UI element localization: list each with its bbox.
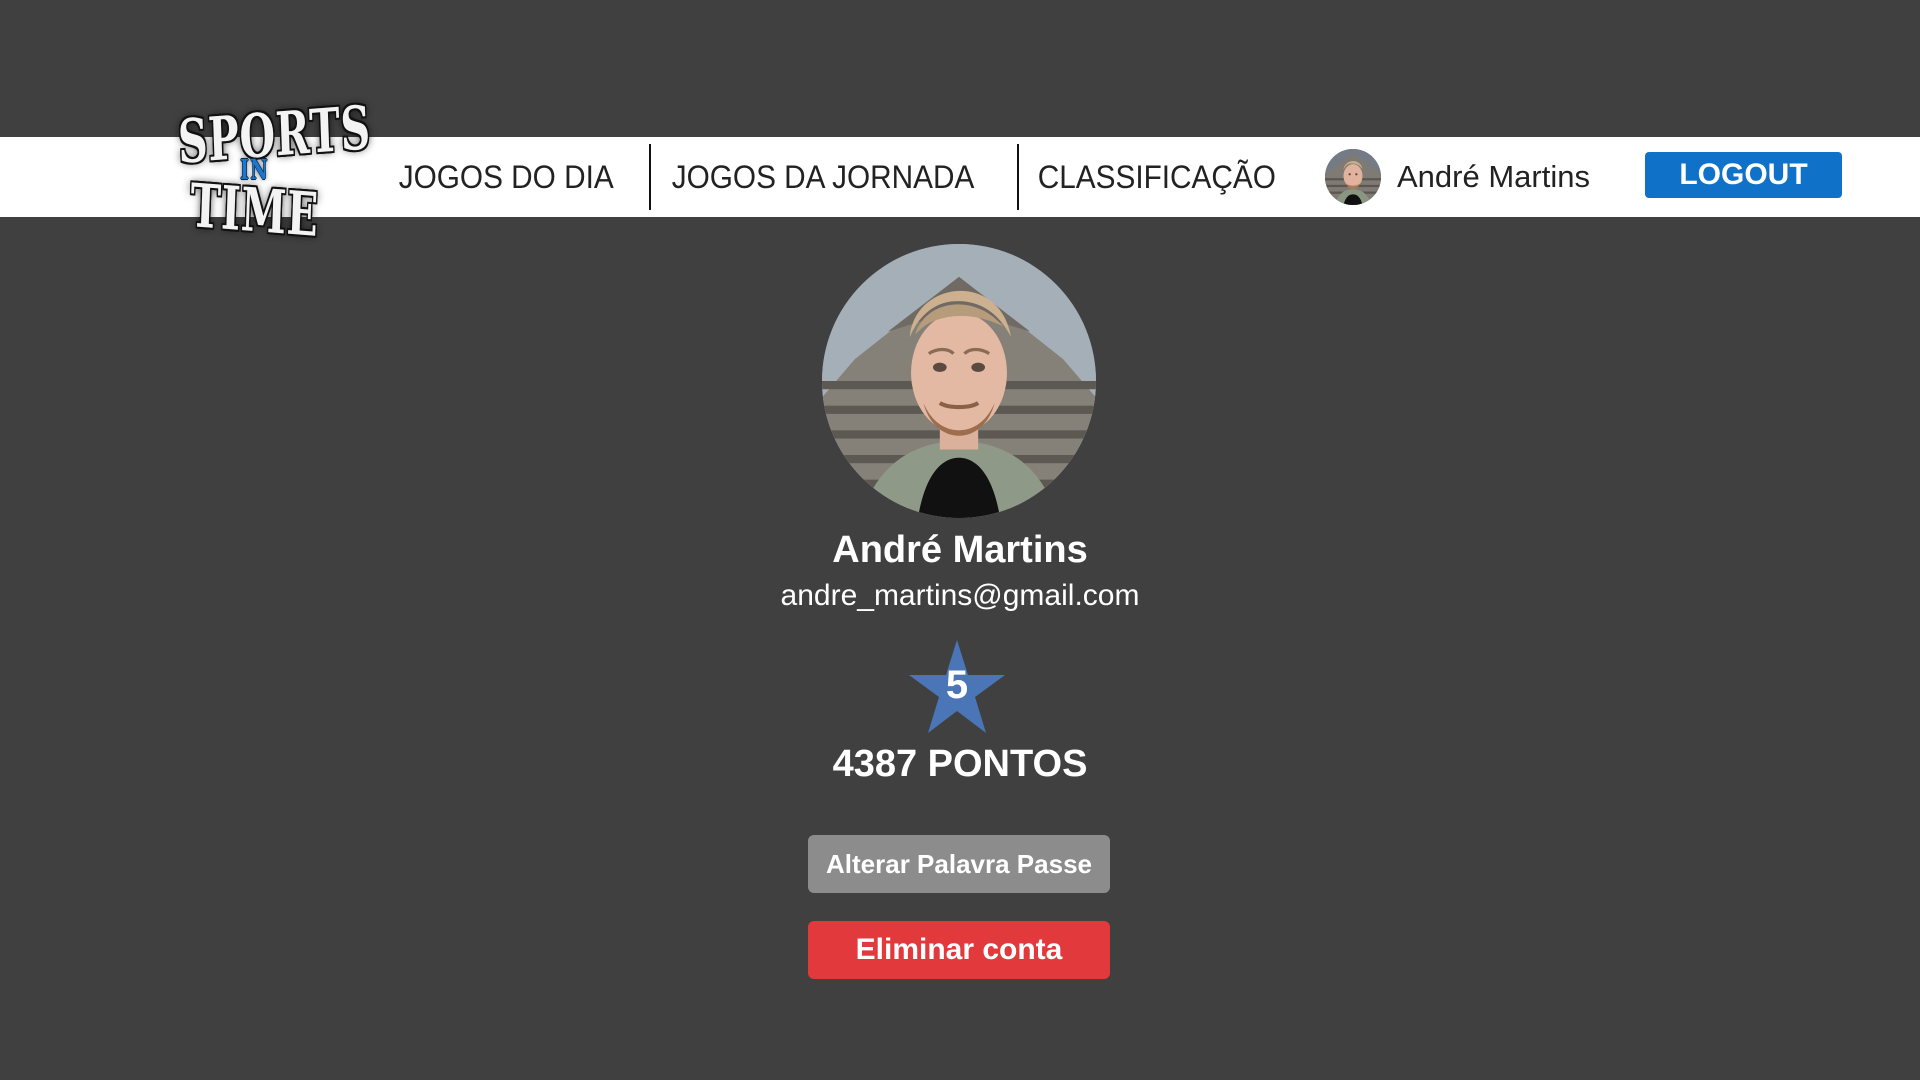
- nav-link-jogos-da-jornada[interactable]: JOGOS DA JORNADA: [655, 159, 991, 196]
- level-value: 5: [945, 663, 969, 707]
- main-navigation: JOGOS DO DIA JOGOS DA JORNADA CLASSIFICA…: [382, 137, 1313, 217]
- header-username[interactable]: André Martins: [1397, 159, 1590, 195]
- profile-photo: [822, 244, 1096, 518]
- logo-line-time: TIME: [189, 171, 320, 251]
- logout-button[interactable]: LOGOUT: [1645, 152, 1842, 198]
- header-user-profile[interactable]: André Martins: [1325, 147, 1590, 207]
- delete-account-button[interactable]: Eliminar conta: [808, 921, 1110, 979]
- user-avatar-image: [1325, 149, 1381, 205]
- points-total: 4387 PONTOS: [832, 743, 1088, 785]
- nav-divider: [1016, 144, 1019, 210]
- nav-link-classificacao[interactable]: CLASSIFICAÇÃO: [1021, 159, 1293, 196]
- nav-divider: [649, 144, 652, 210]
- profile-email: andre_martins@gmail.com: [780, 579, 1140, 612]
- nav-link-jogos-do-dia[interactable]: JOGOS DO DIA: [382, 159, 630, 196]
- sports-in-time-logo[interactable]: SPORTS IN TIME: [142, 93, 372, 253]
- change-password-button[interactable]: Alterar Palavra Passe: [808, 835, 1110, 893]
- profile-name: André Martins: [832, 529, 1088, 571]
- profile-photo-image: [822, 244, 1096, 518]
- header-user-avatar[interactable]: [1325, 149, 1381, 205]
